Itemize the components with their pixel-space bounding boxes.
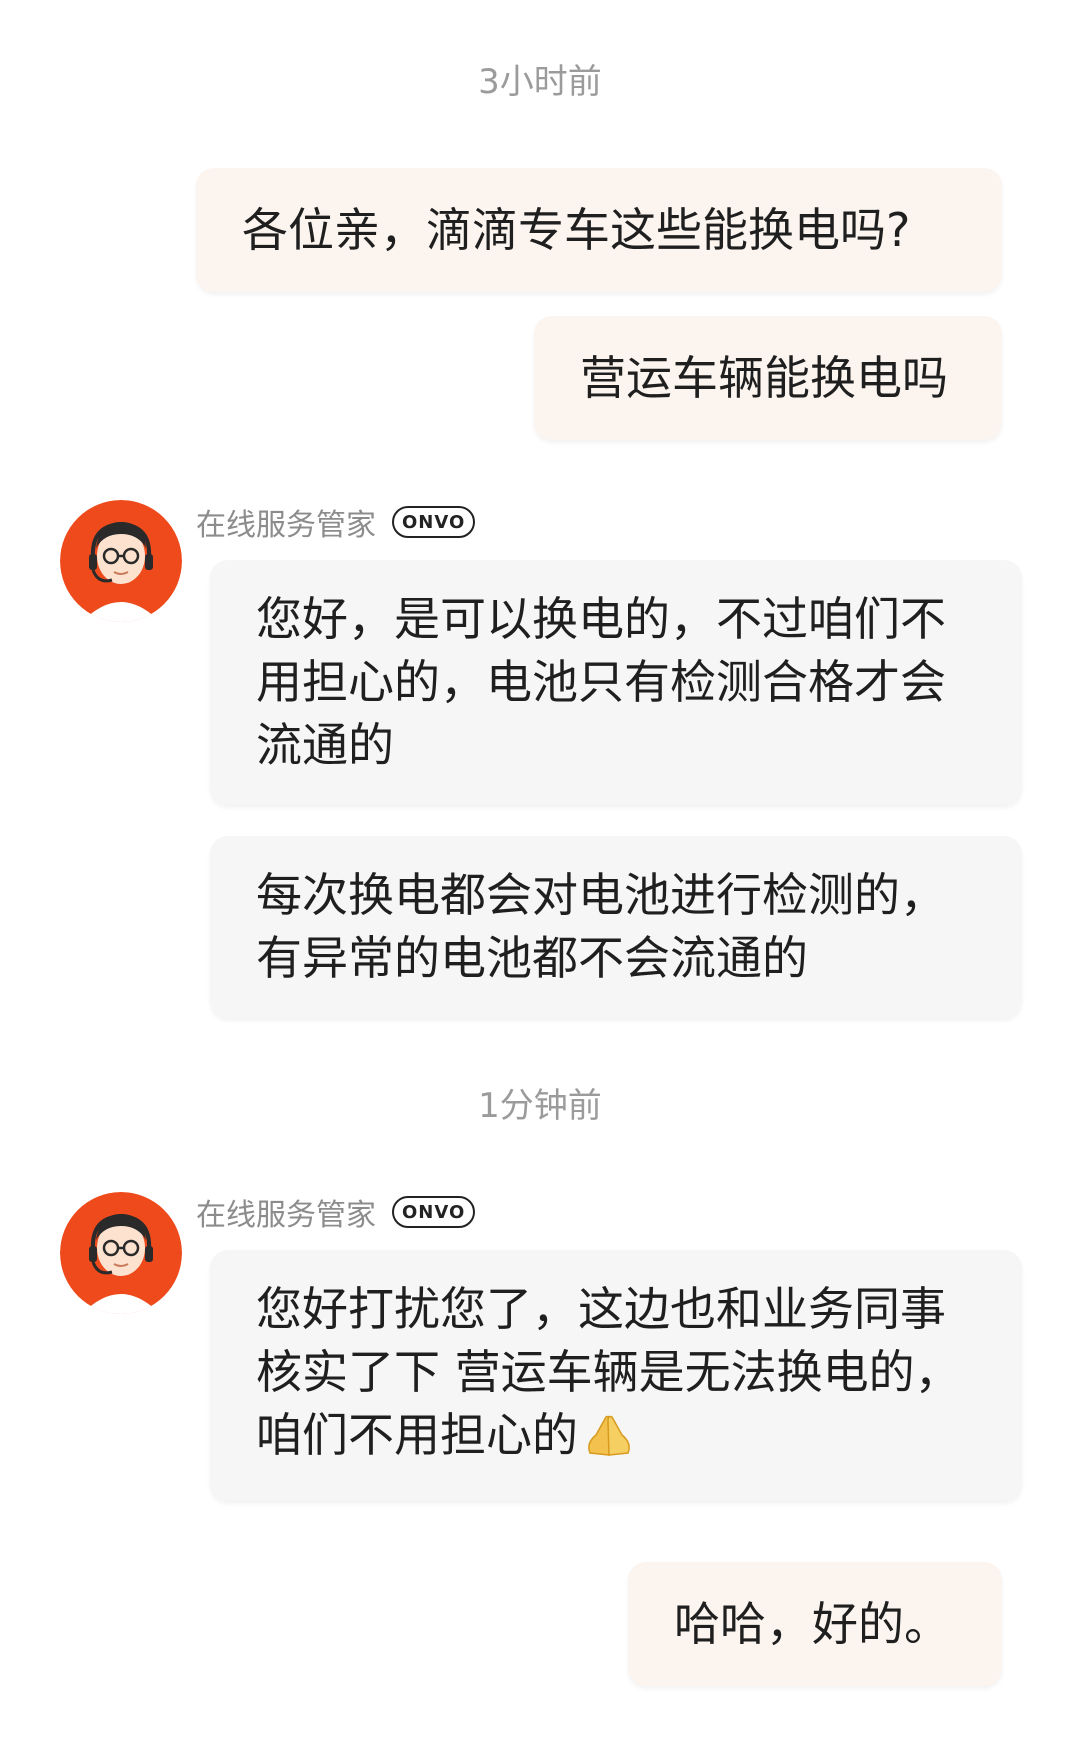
message-text: 营运车辆能换电吗 xyxy=(580,350,948,405)
incoming-message[interactable]: 您好，是可以换电的，不过咱们不用担心的，电池只有检测合格才会流通的 xyxy=(210,560,1022,805)
customer-service-agent-icon xyxy=(60,500,182,622)
incoming-message[interactable]: 每次换电都会对电池进行检测的，有异常的电池都不会流通的 xyxy=(210,836,1022,1018)
sender-name: 在线服务管家 xyxy=(196,508,376,543)
praying-hands-icon xyxy=(582,1410,636,1473)
sender-label: 在线服务管家 ONVO xyxy=(196,502,476,543)
message-text: 哈哈，好的。 xyxy=(674,1596,950,1651)
message-text: 各位亲，滴滴专车这些能换电吗? xyxy=(242,202,911,257)
message-text: 您好，是可以换电的，不过咱们不用担心的，电池只有检测合格才会流通的 xyxy=(256,592,946,772)
sender-label: 在线服务管家 ONVO xyxy=(196,1192,476,1233)
sender-name: 在线服务管家 xyxy=(196,1198,376,1233)
message-text: 每次换电都会对电池进行检测的，有异常的电池都不会流通的 xyxy=(256,868,946,985)
outgoing-message[interactable]: 营运车辆能换电吗 xyxy=(534,316,1002,440)
incoming-message[interactable]: 您好打扰您了，这边也和业务同事核实了下 营运车辆是无法换电的，咱们不用担心的 xyxy=(210,1250,1022,1501)
outgoing-message[interactable]: 各位亲，滴滴专车这些能换电吗? xyxy=(196,168,1002,292)
onvo-badge: ONVO xyxy=(392,506,476,538)
outgoing-message[interactable]: 哈哈，好的。 xyxy=(628,1562,1002,1686)
agent-avatar[interactable] xyxy=(60,1192,182,1314)
chat-thread: 3小时前 各位亲，滴滴专车这些能换电吗? 营运车辆能换电吗 在线服务管家 ONV… xyxy=(0,0,1080,1740)
customer-service-agent-icon xyxy=(60,1192,182,1314)
agent-avatar[interactable] xyxy=(60,500,182,622)
onvo-badge: ONVO xyxy=(392,1196,476,1228)
timestamp: 1分钟前 xyxy=(478,1086,602,1126)
timestamp: 3小时前 xyxy=(478,62,602,102)
